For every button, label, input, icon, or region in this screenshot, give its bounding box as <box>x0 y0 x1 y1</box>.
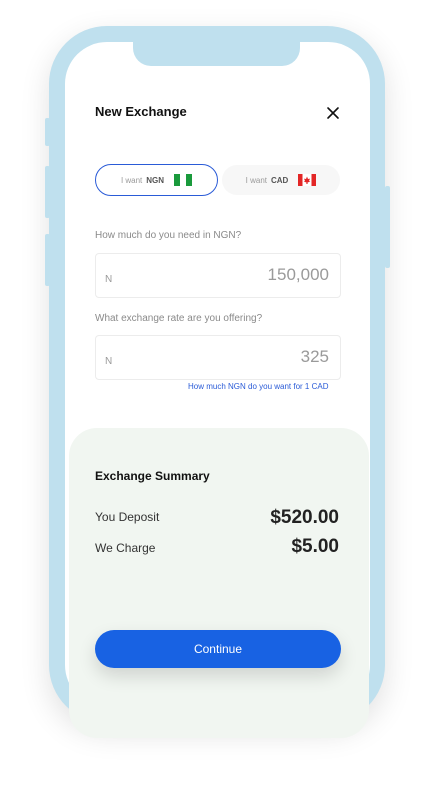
canada-flag-icon <box>298 174 317 186</box>
toggle-want-cad[interactable]: I want CAD <box>222 165 340 195</box>
rate-question-label: What exchange rate are you offering? <box>95 313 263 324</box>
phone-side-button <box>45 234 50 286</box>
toggle-prefix: I want <box>120 175 143 185</box>
toggle-want-ngn[interactable]: I want NGN <box>95 164 218 196</box>
summary-row-value: $520.00 <box>270 507 339 528</box>
continue-button[interactable]: Continue <box>95 630 341 668</box>
toggle-currency: CAD <box>271 175 289 185</box>
phone-side-button <box>385 186 390 268</box>
exchange-rate-input[interactable]: N 325 <box>95 335 341 380</box>
summary-title: Exchange Summary <box>95 469 210 483</box>
page-title: New Exchange <box>95 104 187 119</box>
phone-notch <box>133 42 300 66</box>
amount-value: 150,000 <box>267 265 329 284</box>
toggle-prefix: I want <box>245 175 267 185</box>
phone-side-button <box>45 166 50 218</box>
rate-hint-link[interactable]: How much NGN do you want for 1 CAD <box>188 382 329 391</box>
phone-side-button <box>45 118 50 146</box>
currency-prefix: N <box>105 274 113 285</box>
amount-needed-input[interactable]: N 150,000 <box>95 253 341 298</box>
summary-row-value: $5.00 <box>291 536 339 557</box>
currency-prefix: N <box>105 356 113 367</box>
rate-value: 325 <box>300 347 329 366</box>
close-icon[interactable] <box>324 104 342 122</box>
need-question-label: How much do you need in NGN? <box>95 230 242 241</box>
summary-row-label: We Charge <box>95 541 156 555</box>
toggle-currency: NGN <box>146 175 165 185</box>
nigeria-flag-icon <box>174 174 193 186</box>
summary-row-label: You Deposit <box>95 510 160 524</box>
